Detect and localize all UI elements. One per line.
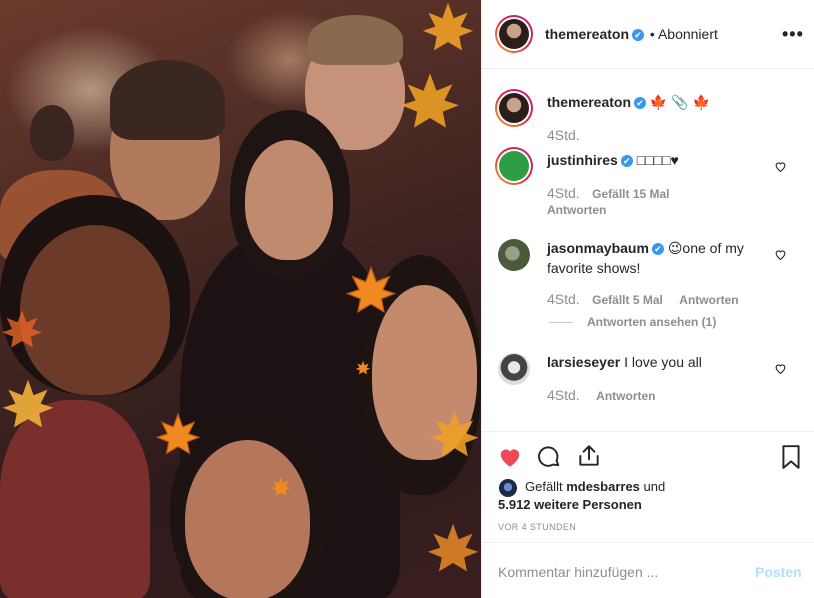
- header-meta: themereaton ✔ • Abonniert: [545, 26, 718, 42]
- comment-time[interactable]: 4Std.: [547, 387, 580, 403]
- comment-composer: Kommentar hinzufügen ... Posten: [482, 542, 814, 598]
- comments-list: themereaton ✔ 🍁 📎 🍁 4Std. justinhires ✔ □□…: [482, 70, 814, 431]
- liked-by-user[interactable]: mdesbarres: [566, 479, 640, 494]
- heart-icon[interactable]: [774, 248, 787, 261]
- comment-meta: 4Std. Gefällt 5 Mal Antworten: [547, 291, 739, 309]
- maple-leaf-icon: [430, 411, 479, 457]
- reply-button[interactable]: Antworten: [596, 389, 655, 403]
- caption-text: 🍁 📎 🍁: [649, 94, 710, 110]
- author-username[interactable]: themereaton: [545, 26, 629, 42]
- verified-icon: ✔: [632, 29, 645, 41]
- caption-avatar[interactable]: [495, 89, 533, 127]
- comment-time[interactable]: 4Std.: [547, 185, 580, 201]
- maple-leaf-icon: [355, 360, 371, 375]
- maple-leaf-icon: [401, 73, 459, 128]
- comment: justinhires ✔ □□□□♥: [547, 150, 772, 170]
- heart-icon[interactable]: [774, 160, 787, 173]
- bookmark-icon[interactable]: [778, 444, 804, 470]
- caption: themereaton ✔ 🍁 📎 🍁: [547, 92, 797, 112]
- comment-username[interactable]: larsieseyer: [547, 354, 620, 370]
- caption-time[interactable]: 4Std.: [547, 127, 580, 143]
- more-icon[interactable]: •••: [782, 24, 804, 45]
- comment-meta: 4Std. Gefällt 15 Mal: [547, 185, 670, 203]
- comment: jasonmaybaum ✔ 😉one of my favorite shows!: [547, 238, 762, 278]
- post-header: themereaton ✔ • Abonniert •••: [482, 0, 814, 69]
- person-hair: [308, 15, 403, 65]
- liked-by: Gefällt mdesbarres und: [525, 478, 795, 496]
- verified-icon: ✔: [634, 97, 647, 109]
- author-avatar[interactable]: [495, 15, 533, 53]
- comment: larsieseyer I love you all: [547, 352, 762, 372]
- person-face: [185, 440, 310, 598]
- post-side-panel: themereaton ✔ • Abonniert ••• themereaton…: [481, 0, 814, 598]
- verified-icon: ✔: [651, 243, 664, 255]
- heart-icon[interactable]: [774, 362, 787, 375]
- instagram-post: themereaton ✔ • Abonniert ••• themereaton…: [0, 0, 814, 598]
- person-face: [245, 140, 333, 260]
- comment-username[interactable]: jasonmaybaum: [547, 240, 649, 256]
- post-timestamp[interactable]: VOR 4 STUNDEN: [498, 522, 576, 532]
- comment-text: □□□□♥: [636, 152, 679, 168]
- reply-button[interactable]: Antworten: [679, 293, 738, 307]
- liked-by-connector: und: [643, 479, 666, 494]
- maple-leaf-icon: [271, 477, 291, 496]
- share-icon[interactable]: [576, 443, 602, 469]
- verified-icon: ✔: [620, 155, 633, 167]
- reply-button[interactable]: Antworten: [547, 203, 606, 217]
- maple-leaf-icon: [422, 2, 474, 51]
- liked-by-others[interactable]: 5.912 weitere Personen: [498, 496, 642, 514]
- comment-avatar[interactable]: [498, 353, 530, 385]
- background-person-head: [30, 105, 74, 161]
- caption-username[interactable]: themereaton: [547, 94, 631, 110]
- comment-likes[interactable]: Gefällt 15 Mal: [592, 187, 669, 201]
- comment-text: I love you all: [624, 354, 702, 370]
- view-replies-button[interactable]: Antworten ansehen (1): [587, 315, 716, 329]
- maple-leaf-icon: [345, 265, 397, 314]
- maple-leaf-icon: [427, 523, 479, 572]
- comment-meta: 4Std. Antworten: [547, 387, 655, 405]
- person-hair: [110, 60, 225, 140]
- comment-time[interactable]: 4Std.: [547, 291, 580, 307]
- maple-leaf-icon: [2, 379, 54, 428]
- post-button[interactable]: Posten: [755, 564, 802, 580]
- comment-avatar[interactable]: [495, 147, 533, 185]
- comment-avatar[interactable]: [498, 239, 530, 271]
- comment-icon[interactable]: [536, 444, 562, 470]
- replies-divider: [549, 322, 573, 323]
- comment-username[interactable]: justinhires: [547, 152, 618, 168]
- maple-leaf-icon: [155, 412, 201, 455]
- liker-avatar[interactable]: [499, 479, 517, 497]
- maple-leaf-icon: [2, 310, 42, 348]
- follow-status[interactable]: • Abonniert: [650, 26, 718, 42]
- comment-likes[interactable]: Gefällt 5 Mal: [592, 293, 663, 307]
- comment-input[interactable]: Kommentar hinzufügen ...: [498, 564, 658, 580]
- heart-icon[interactable]: [497, 444, 523, 470]
- post-actions: Gefällt mdesbarres und 5.912 weitere Per…: [482, 431, 814, 542]
- liked-by-prefix: Gefällt: [525, 479, 563, 494]
- post-photo[interactable]: [0, 0, 481, 598]
